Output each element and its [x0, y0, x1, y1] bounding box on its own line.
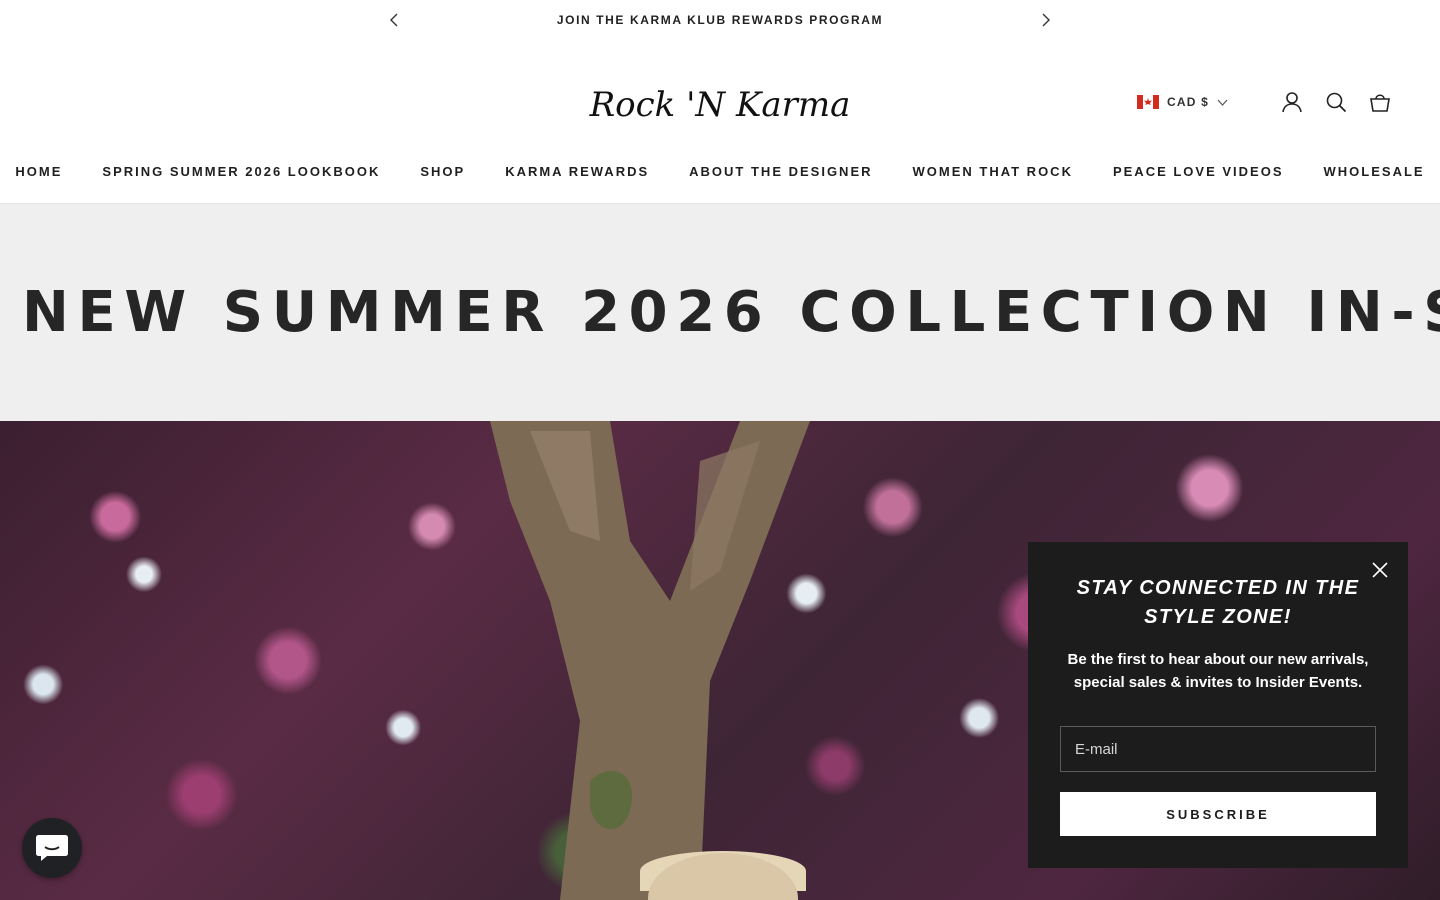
- nav-item-karma-rewards[interactable]: KARMA REWARDS: [505, 164, 649, 184]
- chevron-left-icon[interactable]: [384, 10, 404, 30]
- chevron-down-icon: [1217, 93, 1228, 111]
- account-icon[interactable]: [1280, 90, 1304, 114]
- header-actions: CAD $: [1136, 88, 1392, 116]
- cart-icon[interactable]: [1368, 90, 1392, 114]
- chat-bubble-icon: [36, 835, 68, 861]
- tree-trunk-image: [490, 421, 810, 900]
- nav-item-peace-love-videos[interactable]: PEACE LOVE VIDEOS: [1113, 164, 1284, 184]
- nav-item-home[interactable]: HOME: [15, 164, 62, 184]
- currency-selector[interactable]: CAD $: [1136, 93, 1228, 111]
- svg-text:Rock 'N Karma: Rock 'N Karma: [589, 85, 851, 125]
- chevron-right-icon[interactable]: [1036, 10, 1056, 30]
- announcement-message[interactable]: JOIN THE KARMA KLUB REWARDS PROGRAM: [420, 13, 1020, 27]
- popup-title: STAY CONNECTED IN THE STYLE ZONE!: [1076, 577, 1360, 628]
- banner-headline[interactable]: NEW SUMMER 2026 COLLECTION IN-STORE: [22, 280, 1440, 345]
- nav-item-about-designer[interactable]: ABOUT THE DESIGNER: [689, 164, 872, 184]
- popup-description: Be the first to hear about our new arriv…: [1067, 651, 1369, 691]
- store-logo[interactable]: Rock 'N Karma: [560, 76, 880, 132]
- chat-button[interactable]: [22, 818, 82, 878]
- marquee-banner: NEW SUMMER 2026 COLLECTION IN-STORE: [0, 204, 1440, 421]
- nav-item-wholesale[interactable]: WHOLESALE: [1324, 164, 1425, 184]
- close-icon[interactable]: [1368, 558, 1392, 582]
- subscribe-button[interactable]: SUBSCRIBE: [1060, 792, 1376, 836]
- logo-wordmark: Rock 'N Karma: [589, 85, 851, 125]
- email-field[interactable]: [1060, 726, 1376, 772]
- nav-item-women-that-rock[interactable]: WOMEN THAT ROCK: [913, 164, 1073, 184]
- announcement-bar: JOIN THE KARMA KLUB REWARDS PROGRAM: [0, 0, 1440, 40]
- nav-item-shop[interactable]: SHOP: [420, 164, 465, 184]
- nav-item-lookbook[interactable]: SPRING SUMMER 2026 LOOKBOOK: [102, 164, 380, 184]
- canada-flag-icon: [1136, 95, 1159, 109]
- currency-label: CAD $: [1166, 95, 1209, 109]
- site-header: Rock 'N Karma CAD $ HOME SPRING SUMMER 2…: [0, 40, 1440, 204]
- newsletter-popup: STAY CONNECTED IN THE STYLE ZONE! Be the…: [1028, 542, 1408, 868]
- main-navigation: HOME SPRING SUMMER 2026 LOOKBOOK SHOP KA…: [0, 164, 1440, 184]
- search-icon[interactable]: [1324, 90, 1348, 114]
